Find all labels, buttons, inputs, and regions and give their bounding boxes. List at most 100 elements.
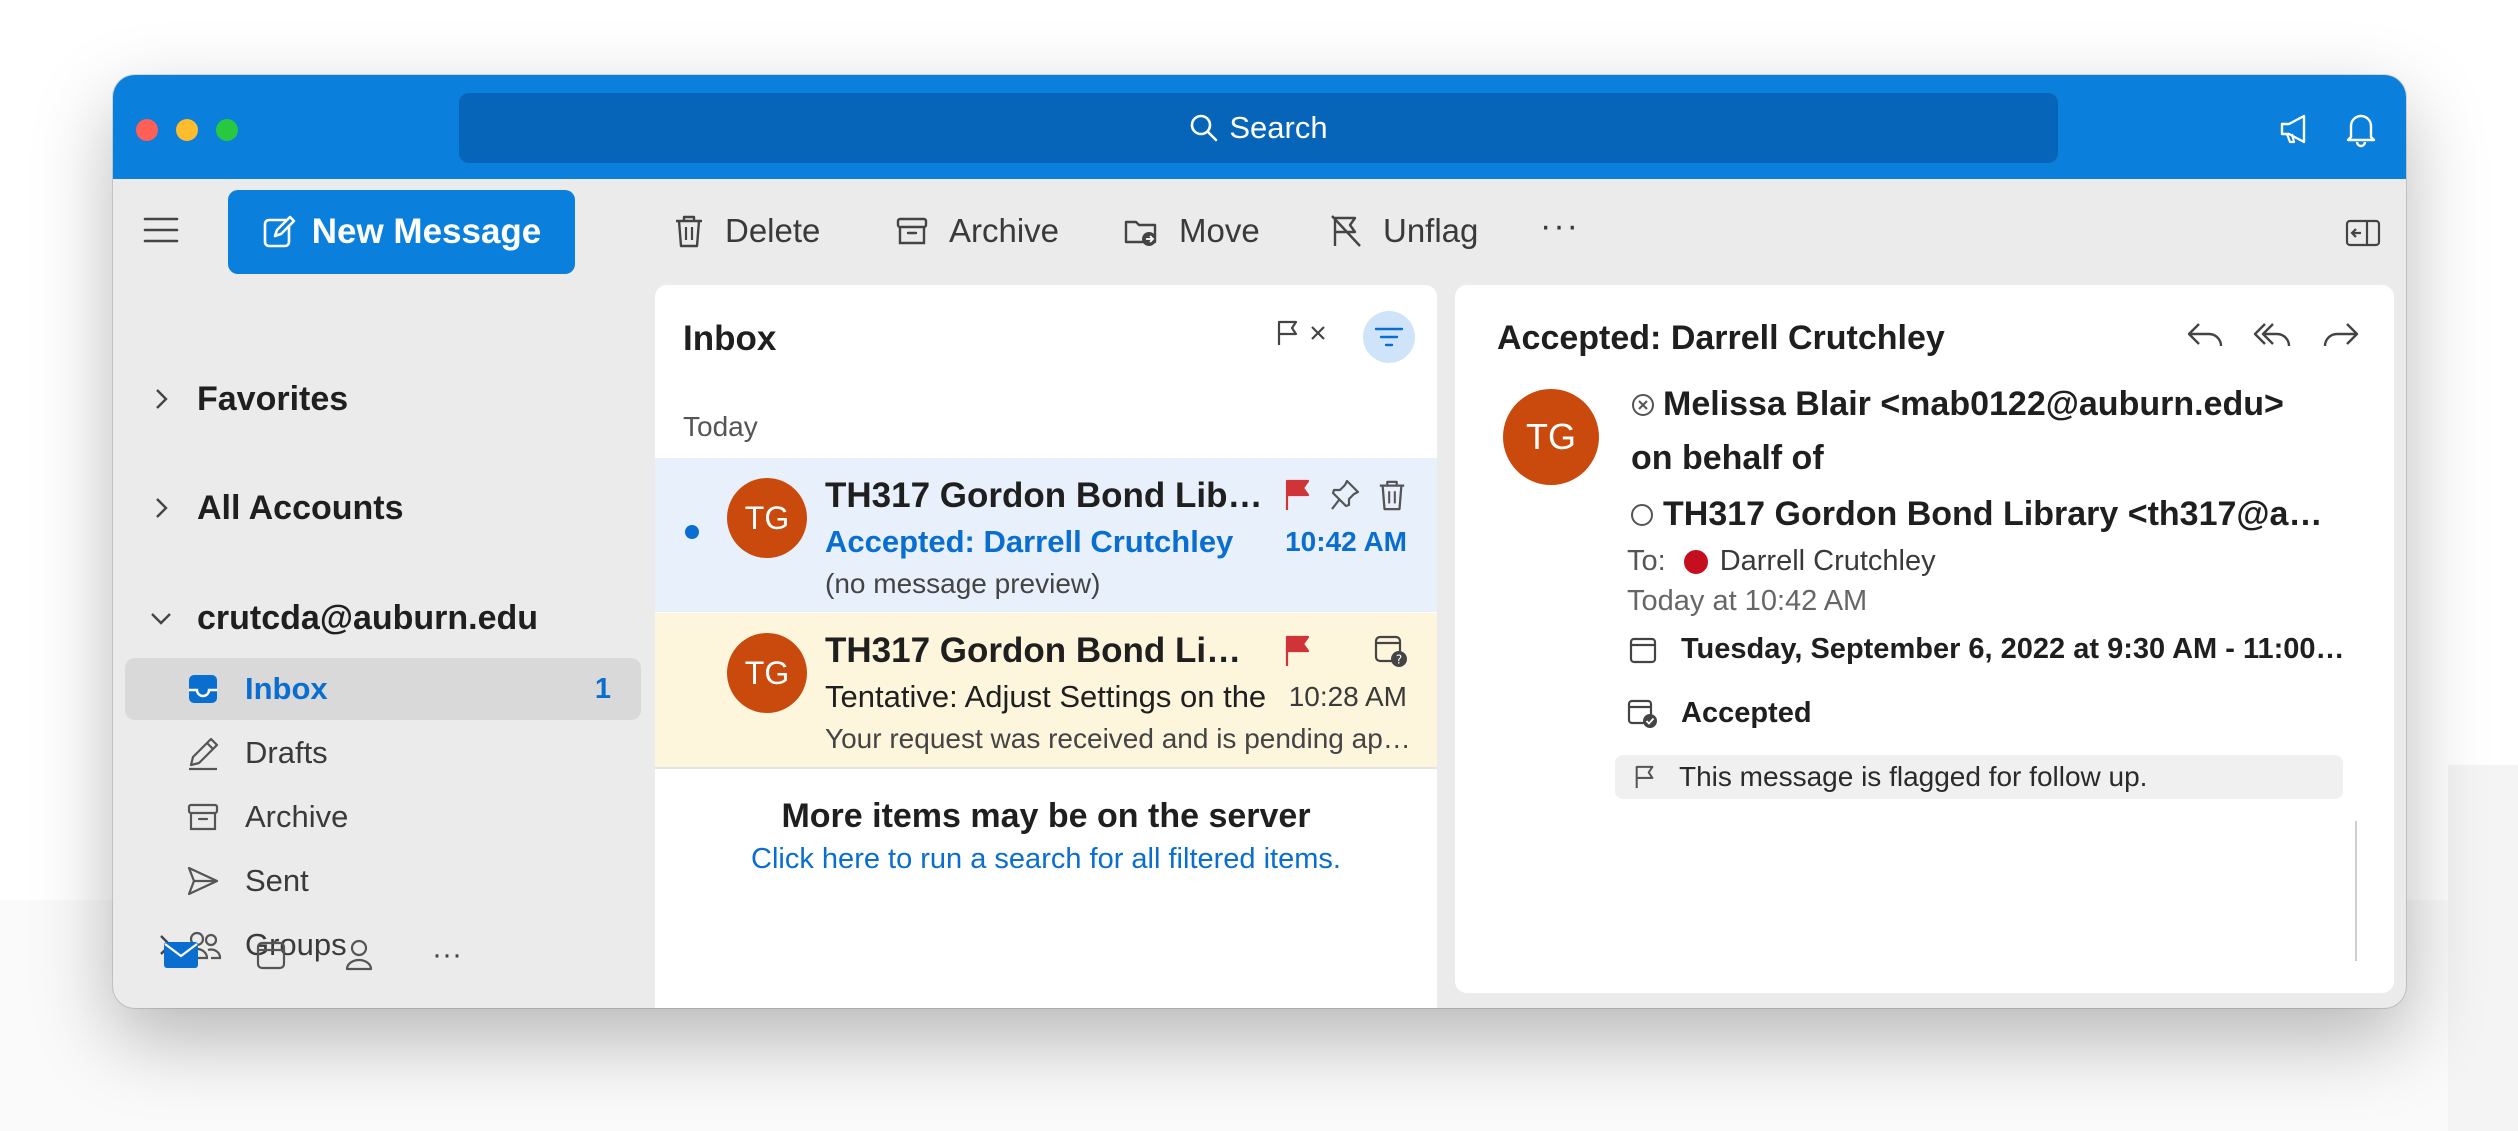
message-sender: TH317 Gordon Bond Library [825,631,1255,670]
bell-icon[interactable] [2341,109,2381,149]
chevron-right-icon [156,498,168,518]
date-group-label: Today [683,411,758,442]
delete-button[interactable]: Delete [673,207,820,255]
unread-count-badge: 1 [594,672,611,705]
toolbar: New Message Delete Archive Move Unflag ·… [113,179,2406,283]
flag-outline-icon [1635,765,1654,789]
sidebar-item-archive[interactable]: Archive [125,786,641,848]
sidebar-item-label: Sent [245,863,309,898]
unflag-button[interactable]: Unflag [1329,207,1478,255]
avatar: TG [727,633,807,713]
event-time: Tuesday, September 6, 2022 at 9:30 AM - … [1681,633,2347,665]
mail-window: Search New Message Delete Archive Move U… [113,75,2406,1008]
message-row-indicators: ? [1283,633,1409,669]
move-button[interactable]: Move [1123,207,1260,255]
menu-icon[interactable] [143,215,179,245]
sender-address: Melissa Blair <mab0122@auburn.edu> [1663,385,2284,423]
toolbar-more-button[interactable]: ··· [1540,207,1580,246]
message-preview: Your request was received and is pending… [825,723,1415,754]
to-label: To: [1627,545,1666,577]
sidebar-item-inbox[interactable]: Inbox 1 [125,658,641,720]
recipient-name[interactable]: Darrell Crutchley [1720,545,1936,578]
people-module-button[interactable] [337,933,381,977]
chevron-down-icon [151,613,171,625]
zoom-window-button[interactable] [216,119,238,141]
chevron-right-icon [156,389,168,409]
mail-module-button[interactable] [159,933,203,977]
minimize-window-button[interactable] [176,119,198,141]
sender-line[interactable]: Melissa Blair <mab0122@auburn.edu> [1631,385,2284,424]
message-subject: Accepted: Darrell Crutchley [825,524,1234,559]
recipient-line: To: Darrell Crutchley [1627,545,1936,578]
list-title: Inbox [683,319,777,358]
delegator-address: TH317 Gordon Bond Library <th317@auburn.… [1663,495,2331,533]
account-section[interactable]: crutcda@auburn.edu [113,588,538,648]
reply-actions [2185,319,2361,351]
drafts-icon [189,737,219,771]
unflag-label: Unflag [1383,212,1479,249]
message-preview: (no message preview) [825,568,1101,599]
sidebar-item-sent[interactable]: Sent [125,850,641,912]
close-window-button[interactable] [136,119,158,141]
close-icon[interactable] [1309,324,1327,342]
meeting-tentative-icon: ? [1374,635,1407,667]
pin-icon[interactable] [1329,478,1361,512]
archive-icon [896,217,928,245]
archive-label: Archive [949,212,1060,249]
new-message-label: New Message [311,212,542,251]
response-status: Accepted [1681,697,1812,729]
reading-subject: Accepted: Darrell Crutchley [1497,319,1945,357]
flag-icon[interactable] [1283,478,1313,512]
new-message-button[interactable]: New Message [228,190,575,274]
filter-icon [1374,327,1404,347]
flag-icon[interactable] [1283,634,1313,668]
sidebar-item-label: Inbox [245,671,328,706]
calendar-icon [256,941,286,970]
inbox-icon [189,675,217,703]
message-list: Inbox Today TG TH317 Gordon Bond Library… [655,285,1437,1008]
trash-icon[interactable] [1377,478,1407,512]
all-accounts-label: All Accounts [197,488,404,527]
app-switcher: ··· [113,923,653,993]
title-bar: Search [113,75,2406,179]
message-row[interactable]: TG TH317 Gordon Bond Library Accepted: D… [655,458,1437,612]
trash-icon [676,215,702,248]
favorites-section[interactable]: Favorites [113,369,348,429]
delete-label: Delete [725,212,821,249]
sidebar-item-drafts[interactable]: Drafts [125,722,641,784]
reading-pane-toggle-icon[interactable] [2345,219,2381,247]
search-bar[interactable]: Search [459,93,2058,163]
reply-icon[interactable] [2185,319,2225,351]
more-modules-button[interactable]: ··· [425,933,469,977]
flag-filter-chip[interactable] [1275,319,1327,347]
message-row-actions [1283,478,1407,512]
status-circle-icon [1631,503,1653,526]
sidebar-item-label: Drafts [245,735,328,770]
scrollbar[interactable] [2355,821,2357,961]
filter-button[interactable] [1363,311,1415,363]
forward-icon[interactable] [2321,319,2361,351]
sidebar-item-label: Archive [245,799,349,834]
reply-all-icon[interactable] [2253,319,2293,351]
delegator-line[interactable]: TH317 Gordon Bond Library <th317@auburn.… [1631,495,2331,534]
megaphone-icon[interactable] [2276,109,2316,149]
calendar-module-button[interactable] [249,933,293,977]
message-subject: Tentative: Adjust Settings on the [825,679,1267,714]
message-row[interactable]: TG TH317 Gordon Bond Library ? Tentative… [655,613,1437,769]
unread-indicator [685,525,699,539]
on-behalf-label: on behalf of [1631,439,1824,477]
sent-icon [187,866,219,896]
message-time: 10:42 AM [1285,526,1407,557]
calendar-accepted-icon [1627,699,1657,728]
calendar-icon [1629,637,1657,663]
response-status-line: Accepted [1627,697,1812,730]
message-sender: TH317 Gordon Bond Library [825,476,1265,515]
favorites-label: Favorites [197,379,349,418]
avatar: TG [727,478,807,558]
archive-button[interactable]: Archive [895,207,1059,255]
search-icon [1191,114,1218,142]
run-server-search-link[interactable]: Click here to run a search for all filte… [655,843,1437,876]
reading-pane: Accepted: Darrell Crutchley TG Melissa B… [1455,285,2394,993]
all-accounts-section[interactable]: All Accounts [113,478,404,538]
archive-icon [187,803,219,831]
